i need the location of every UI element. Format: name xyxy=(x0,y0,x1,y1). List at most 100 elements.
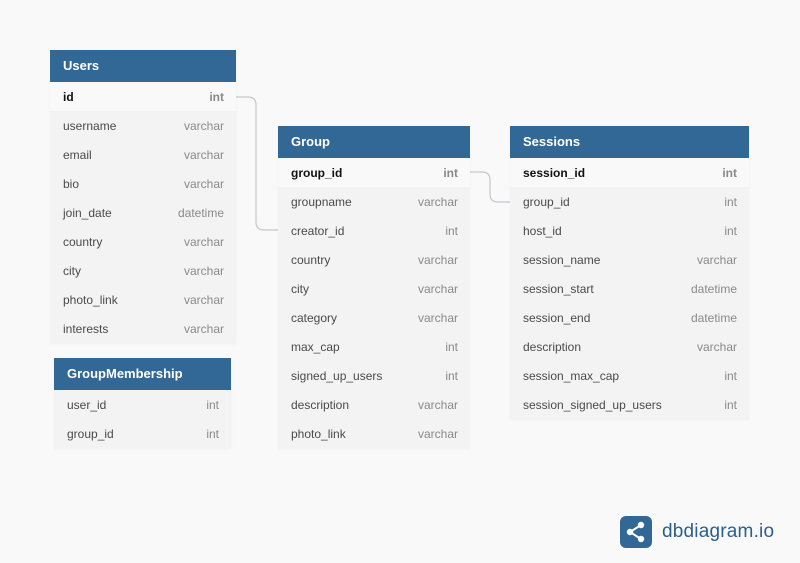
field-type: datetime xyxy=(690,281,737,296)
table-row[interactable]: session_max_cap int xyxy=(510,361,749,390)
field-name: email xyxy=(63,147,92,162)
field-name: photo_link xyxy=(291,426,346,441)
table-row[interactable]: max_cap int xyxy=(278,332,470,361)
field-type: varchar xyxy=(417,397,458,412)
diagram-canvas[interactable]: Users id int username varchar email varchar bi… xyxy=(0,0,800,563)
table-row[interactable]: groupname varchar xyxy=(278,187,470,216)
field-name: user_id xyxy=(67,397,107,412)
table-header-users[interactable]: Users xyxy=(50,50,236,82)
field-name: max_cap xyxy=(291,339,340,354)
table-row[interactable]: creator_id int xyxy=(278,216,470,245)
table-row[interactable]: country varchar xyxy=(50,227,236,256)
table-row[interactable]: host_id int xyxy=(510,216,749,245)
field-type: varchar xyxy=(417,281,458,296)
field-type: varchar xyxy=(696,252,737,267)
field-type: datetime xyxy=(177,205,224,220)
field-name: host_id xyxy=(523,223,562,238)
dbdiagram-logo[interactable]: dbdiagram.io xyxy=(620,516,774,548)
field-name: groupname xyxy=(291,194,352,209)
table-row[interactable]: group_id int xyxy=(54,419,231,448)
field-type: int xyxy=(445,339,458,354)
field-type: varchar xyxy=(183,118,224,133)
table-header-group-membership[interactable]: GroupMembership xyxy=(54,358,231,390)
table-row[interactable]: user_id int xyxy=(54,390,231,419)
relation-group-id-sessions-group-id[interactable] xyxy=(470,171,510,203)
field-name: signed_up_users xyxy=(291,368,383,383)
table-users[interactable]: Users id int username varchar email varchar bi… xyxy=(50,50,236,343)
share-icon xyxy=(620,516,652,548)
field-name: city xyxy=(291,281,309,296)
table-row[interactable]: photo_link varchar xyxy=(278,419,470,448)
table-row[interactable]: join_date datetime xyxy=(50,198,236,227)
table-row[interactable]: group_id int xyxy=(278,158,470,187)
field-type: datetime xyxy=(690,310,737,325)
field-name: photo_link xyxy=(63,292,118,307)
field-type: varchar xyxy=(417,194,458,209)
field-type: int xyxy=(724,194,737,209)
field-name: session_start xyxy=(523,281,594,296)
table-row[interactable]: country varchar xyxy=(278,245,470,274)
brand-name: dbdiagram.io xyxy=(662,521,775,542)
field-name: interests xyxy=(63,321,109,336)
field-type: varchar xyxy=(183,147,224,162)
field-name: city xyxy=(63,263,81,278)
table-row[interactable]: signed_up_users int xyxy=(278,361,470,390)
table-row[interactable]: photo_link varchar xyxy=(50,285,236,314)
field-type: int xyxy=(724,223,737,238)
field-type: varchar xyxy=(183,321,224,336)
field-type: varchar xyxy=(183,234,224,249)
field-name: group_id xyxy=(67,426,114,441)
field-type: int xyxy=(206,397,219,412)
field-name: username xyxy=(63,118,117,133)
field-type: varchar xyxy=(696,339,737,354)
field-name: session_max_cap xyxy=(523,368,620,383)
relation-users-id-group-creator-id[interactable] xyxy=(236,96,278,231)
table-group-membership[interactable]: GroupMembership user_id int group_id int xyxy=(54,358,231,448)
field-type: int xyxy=(722,165,737,180)
field-type: varchar xyxy=(417,426,458,441)
table-row[interactable]: description varchar xyxy=(278,390,470,419)
field-type: int xyxy=(209,89,224,104)
field-name: creator_id xyxy=(291,223,345,238)
field-type: varchar xyxy=(183,176,224,191)
table-header-group[interactable]: Group xyxy=(278,126,470,158)
field-type: int xyxy=(724,397,737,412)
field-name: description xyxy=(291,397,350,412)
table-row[interactable]: category varchar xyxy=(278,303,470,332)
field-name: country xyxy=(63,234,103,249)
field-name: country xyxy=(291,252,331,267)
table-row[interactable]: id int xyxy=(50,82,236,111)
table-row[interactable]: session_end datetime xyxy=(510,303,749,332)
field-type: int xyxy=(443,165,458,180)
table-row[interactable]: group_id int xyxy=(510,187,749,216)
table-sessions[interactable]: Sessions session_id int group_id int host_id… xyxy=(510,126,749,419)
table-row[interactable]: city varchar xyxy=(278,274,470,303)
field-name: session_end xyxy=(523,310,591,325)
field-name: group_id xyxy=(291,165,343,180)
table-row[interactable]: interests varchar xyxy=(50,314,236,343)
field-type: int xyxy=(445,223,458,238)
field-type: varchar xyxy=(183,263,224,278)
table-row[interactable]: session_name varchar xyxy=(510,245,749,274)
field-name: session_id xyxy=(523,165,586,180)
field-name: id xyxy=(63,89,74,104)
field-name: description xyxy=(523,339,582,354)
table-row[interactable]: username varchar xyxy=(50,111,236,140)
table-header-sessions[interactable]: Sessions xyxy=(510,126,749,158)
table-row[interactable]: session_id int xyxy=(510,158,749,187)
field-type: int xyxy=(445,368,458,383)
field-type: varchar xyxy=(183,292,224,307)
field-type: varchar xyxy=(417,252,458,267)
table-row[interactable]: session_signed_up_users int xyxy=(510,390,749,419)
table-group[interactable]: Group group_id int groupname varchar creator… xyxy=(278,126,470,448)
table-row[interactable]: bio varchar xyxy=(50,169,236,198)
field-type: int xyxy=(724,368,737,383)
field-type: int xyxy=(206,426,219,441)
field-name: group_id xyxy=(523,194,570,209)
field-name: session_signed_up_users xyxy=(523,397,662,412)
table-row[interactable]: description varchar xyxy=(510,332,749,361)
table-row[interactable]: session_start datetime xyxy=(510,274,749,303)
field-name: join_date xyxy=(63,205,112,220)
table-row[interactable]: email varchar xyxy=(50,140,236,169)
table-row[interactable]: city varchar xyxy=(50,256,236,285)
